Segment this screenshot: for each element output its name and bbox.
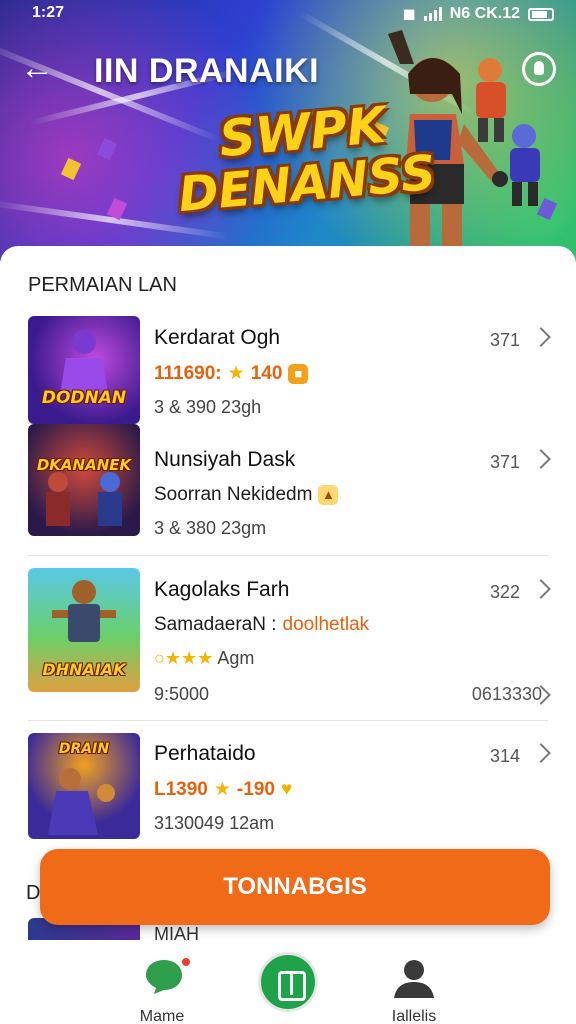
divider — [28, 720, 548, 721]
hero-banner: 1:27 ◼ N6 CK.12 ← IIN DRANAIKI SWPK DENA… — [0, 0, 576, 262]
status-right-text: N6 CK.12 — [449, 5, 520, 22]
notification-dot — [180, 956, 192, 968]
game-thumbnail-2[interactable]: DKANANEK — [28, 424, 140, 536]
section-title: PERMAIAN LAN — [28, 274, 177, 296]
review-count: 371 — [489, 452, 520, 472]
profile-icon[interactable] — [522, 52, 556, 86]
game-rating: -190 — [236, 778, 275, 800]
game-rating: 140 — [250, 362, 283, 384]
review-count: 371 — [489, 330, 520, 350]
game-thumbnail-4[interactable]: DRAIN — [28, 733, 140, 839]
thumbnail-title: DRAIN — [58, 741, 110, 757]
game-meta: 3 & 390 23gh — [154, 397, 262, 417]
tab-label: Iallelis — [391, 1008, 437, 1024]
game-price: 111690: — [154, 362, 222, 384]
list-item[interactable]: Perhataido L1390 ★ -190 ♥ 3130049 12am 3… — [154, 742, 554, 834]
character-art — [46, 472, 122, 526]
character-art — [52, 580, 116, 642]
star-icon: ★ — [227, 363, 245, 384]
next-section-title: D — [26, 882, 41, 904]
list-item[interactable]: Nunsiyah Dask Soorran Nekidedm ▲ 3 & 380… — [154, 448, 554, 539]
thumbnail-title: DHNAIAK — [42, 660, 126, 679]
page-title: IIN DRANAIKI — [94, 52, 320, 90]
divider — [28, 555, 548, 556]
home-chat-icon — [146, 960, 182, 994]
game-subtitle: SamadaeraN : — [154, 614, 277, 635]
game-price: L1390 — [154, 778, 208, 800]
game-meta: Agm — [217, 648, 255, 668]
coin-badge-icon: ■ — [288, 363, 309, 384]
game-meta: 3130049 12am — [154, 813, 275, 833]
star-icon: ★ — [213, 779, 231, 800]
primary-cta-button[interactable]: TONNABGIS — [40, 849, 550, 925]
thumbnail-title: DODNAN — [41, 388, 127, 408]
side-character-image-2 — [510, 124, 540, 206]
status-time: 1:27 — [32, 4, 65, 21]
character-art — [60, 330, 108, 394]
tab-home[interactable]: Mame — [102, 940, 222, 1024]
notification-icon: ◼ — [402, 6, 416, 23]
rating-stars-icon: ○★★★ — [154, 648, 214, 668]
banner-logo: SWPK DENANSS — [172, 95, 437, 223]
game-thumbnail-1[interactable]: DODNAN — [28, 316, 140, 424]
list-item[interactable]: Kerdarat Ogh 111690: ★ 140 ■ 3 & 390 23g… — [154, 326, 554, 418]
heart-icon: ♥ — [280, 778, 293, 800]
review-count: 314 — [489, 746, 520, 766]
list-item[interactable]: Kagolaks Farh SamadaeraN : doolhetlak ○★… — [154, 578, 554, 669]
person-icon — [394, 960, 434, 998]
grid-icon[interactable] — [258, 952, 318, 1012]
game-link[interactable]: doolhetlak — [283, 614, 370, 636]
review-count: 322 — [489, 582, 520, 602]
status-bar: 1:27 ◼ N6 CK.12 — [0, 4, 576, 26]
game-subtitle: Soorran Nekidedm — [154, 484, 313, 505]
back-arrow-icon[interactable]: ← — [20, 50, 60, 90]
game-meta: 3 & 380 23gm — [154, 518, 267, 538]
tab-label: Mame — [139, 1008, 185, 1024]
trophy-badge-icon: ▲ — [318, 485, 339, 505]
game-extra-left: 9:5000 — [154, 684, 210, 704]
game-thumbnail-3[interactable]: DHNAIAK — [28, 568, 140, 692]
battery-icon — [528, 7, 554, 21]
character-art — [48, 768, 115, 835]
thumbnail-title: DKANANEK — [36, 456, 132, 474]
signal-icon — [423, 7, 442, 21]
